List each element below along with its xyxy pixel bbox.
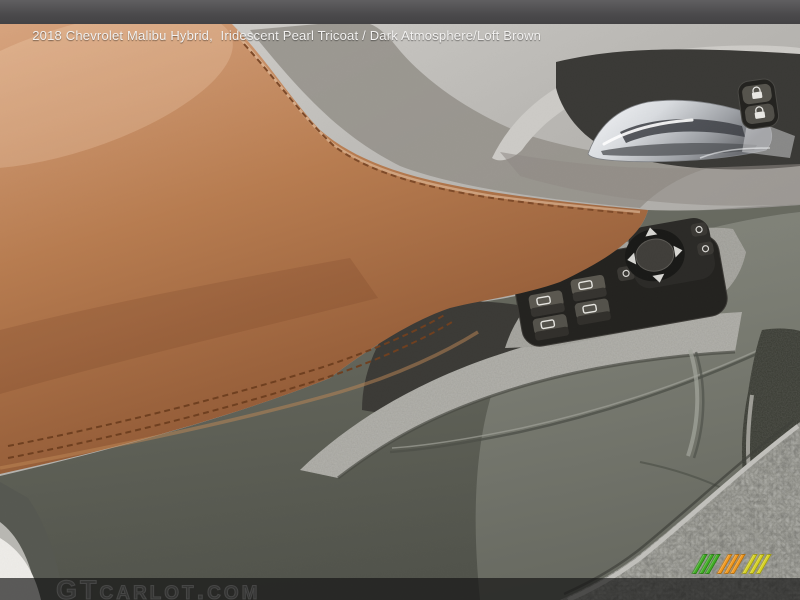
credit-bar: Photo Courtesy of PINE BELT CHEVROLET La… (0, 578, 800, 600)
photo-grain (0, 24, 800, 600)
logo-stripe-group (722, 554, 742, 574)
title-bar: 2018 Chevrolet Malibu Hybrid, Iridescent… (0, 0, 800, 24)
screenshot-stage: 2018 Chevrolet Malibu Hybrid, Iridescent… (0, 0, 800, 600)
photo-title: 2018 Chevrolet Malibu Hybrid, Iridescent… (32, 28, 541, 43)
logo-stripe-group (747, 554, 767, 574)
logo-stripe-group (697, 554, 717, 574)
gtcarlot-logo (697, 553, 772, 574)
door-panel-photo (0, 0, 800, 600)
